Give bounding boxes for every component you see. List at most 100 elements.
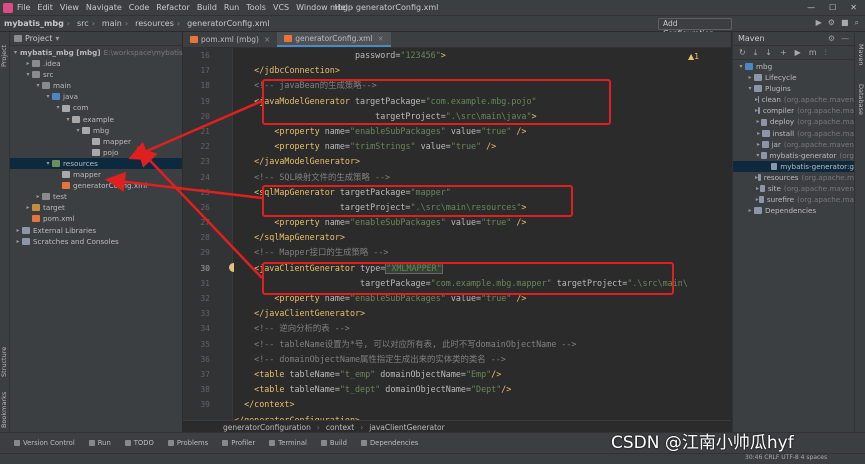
bookmarks-tool-tab[interactable]: Bookmarks [0, 390, 10, 430]
chevron-down-icon[interactable]: ▾ [34, 80, 42, 91]
chevron-down-icon[interactable]: ▾ [737, 61, 745, 72]
editor-tab[interactable]: pom.xml (mbg) × [183, 32, 277, 47]
toggle-offline-icon[interactable]: ⫶ [825, 48, 827, 58]
tree-item[interactable]: ▸ test [10, 191, 182, 202]
maven-tree-item[interactable]: ▸ Lifecycle [733, 72, 854, 83]
chevron-down-icon[interactable]: ▾ [755, 150, 761, 161]
tree-item[interactable]: ▾ mybatis_mbg [mbg] E:\workspace\mybatis [10, 47, 183, 58]
tree-item[interactable]: ▸ Scratches and Consoles [10, 236, 182, 247]
chevron-right-icon[interactable]: ▸ [746, 72, 754, 83]
tool-window-button[interactable]: TODO [124, 439, 154, 447]
maven-tree-item[interactable]: ▸ surefire (org.apache.ma [733, 194, 854, 205]
editor-breadcrumb-item[interactable]: context [326, 423, 354, 432]
menu-item-build[interactable]: Build [197, 3, 217, 12]
run-maven-icon[interactable]: ▶ [795, 48, 801, 57]
menu-item-refactor[interactable]: Refactor [156, 3, 190, 12]
tree-item[interactable]: ▾ java [10, 91, 182, 102]
menu-item-vcs[interactable]: VCS [273, 3, 289, 12]
close-icon[interactable]: ✕ [850, 3, 857, 12]
maven-tree-item[interactable]: ▸ compiler (org.apache.ma [733, 105, 854, 116]
maven-tree-item[interactable]: ▸ resources (org.apache.m [733, 172, 854, 183]
tree-item[interactable]: generatorConfig.xml [10, 180, 182, 191]
maven-tree-item[interactable]: ▸ site (org.apache.maven [733, 183, 854, 194]
tree-item[interactable]: ▾ resources [10, 157, 182, 170]
tree-item[interactable]: ▾ com [10, 102, 182, 113]
editor-breadcrumb-item[interactable]: javaClientGenerator [369, 423, 445, 432]
stop-icon[interactable]: ■ [841, 18, 849, 28]
chevron-down-icon[interactable]: ▾ [746, 83, 754, 94]
chevron-down-icon[interactable]: ▾ [64, 114, 72, 125]
menu-item-window[interactable]: Window [296, 3, 328, 12]
run-icon[interactable]: ▶ [816, 18, 822, 28]
minimize-icon[interactable]: — [807, 3, 815, 12]
maven-tree-item[interactable]: ▸ jar (org.apache.maven [733, 139, 854, 150]
chevron-down-icon[interactable]: ▾ [74, 125, 82, 136]
tree-item[interactable]: ▾ main [10, 80, 182, 91]
editor-breadcrumb-item[interactable]: generatorConfiguration [223, 423, 311, 432]
menu-item-view[interactable]: View [60, 3, 79, 12]
structure-tool-tab[interactable]: Structure [0, 340, 10, 384]
generate-sources-icon[interactable]: ⤓ [754, 48, 758, 58]
chevron-down-icon[interactable]: ▾ [55, 34, 59, 43]
chevron-down-icon[interactable]: ▾ [44, 158, 52, 169]
breadcrumb-item[interactable]: generatorConfig.xml [187, 19, 269, 28]
maven-tree-item[interactable]: ▸ Dependencies [733, 205, 854, 216]
tool-window-button[interactable]: Run [88, 439, 111, 447]
chevron-down-icon[interactable]: ▾ [54, 102, 62, 113]
breadcrumb-item[interactable]: src [77, 19, 89, 28]
tree-item[interactable]: mapper [10, 169, 182, 180]
tree-item[interactable]: ▸ .idea [10, 58, 182, 69]
tree-item[interactable]: mapper [10, 136, 182, 147]
gear-icon[interactable]: ⚙ [828, 34, 835, 43]
tool-window-button[interactable]: Profiler [222, 439, 255, 447]
breadcrumb-item[interactable]: mybatis_mbg [4, 19, 64, 28]
editor-tab[interactable]: generatorConfig.xml × [277, 32, 391, 47]
close-tab-icon[interactable]: × [378, 31, 384, 47]
chevron-down-icon[interactable]: ▾ [24, 69, 32, 80]
menu-item-navigate[interactable]: Navigate [86, 3, 122, 12]
download-icon[interactable]: ↓ [765, 48, 772, 57]
chevron-right-icon[interactable]: ▸ [24, 202, 32, 213]
reload-icon[interactable]: ↻ [739, 48, 746, 57]
project-panel-title[interactable]: Project [25, 34, 52, 43]
debug-icon[interactable]: ⚙ [828, 18, 835, 28]
add-icon[interactable]: + [780, 48, 787, 57]
tree-item[interactable]: ▸ External Libraries [10, 225, 182, 236]
chevron-down-icon[interactable]: ▾ [44, 91, 52, 102]
menu-item-tools[interactable]: Tools [246, 3, 266, 12]
maven-tree-item[interactable]: ▾ mybatis-generator (org [733, 150, 854, 161]
tree-item[interactable]: ▸ target [10, 202, 182, 213]
warning-indicator[interactable]: ▲1 [688, 52, 699, 61]
close-tab-icon[interactable]: × [264, 32, 270, 48]
menu-item-file[interactable]: File [17, 3, 30, 12]
chevron-right-icon[interactable]: ▸ [755, 139, 762, 150]
breadcrumb-item[interactable]: main [102, 19, 122, 28]
execute-goal-icon[interactable]: m [809, 48, 817, 57]
add-configuration-button[interactable]: Add Configuration... [658, 18, 732, 38]
tool-window-button[interactable]: Problems [167, 439, 208, 447]
tree-item[interactable]: ▾ example [10, 114, 182, 125]
maven-tree-item[interactable]: ▸ clean (org.apache.maven [733, 94, 854, 105]
tool-window-button[interactable]: Version Control [14, 439, 75, 447]
chevron-right-icon[interactable]: ▸ [14, 236, 22, 247]
chevron-right-icon[interactable]: ▸ [746, 205, 754, 216]
maven-tree-item[interactable]: ▾ Plugins [733, 83, 854, 94]
tool-window-button[interactable]: Dependencies [360, 439, 418, 447]
chevron-right-icon[interactable]: ▸ [14, 225, 22, 236]
chevron-right-icon[interactable]: ▸ [755, 128, 762, 139]
minimize-panel-icon[interactable]: — [841, 34, 849, 43]
tool-window-button[interactable]: Build [320, 439, 347, 447]
chevron-down-icon[interactable]: ▾ [14, 47, 17, 58]
maven-tree-item[interactable]: mybatis-generator:g [733, 160, 854, 172]
menu-item-code[interactable]: Code [129, 3, 149, 12]
breadcrumb-item[interactable]: resources [135, 19, 174, 28]
maven-tree-item[interactable]: ▸ install (org.apache.ma [733, 128, 854, 139]
chevron-right-icon[interactable]: ▸ [24, 58, 32, 69]
tree-item[interactable]: pom.xml [10, 213, 182, 224]
tree-item[interactable]: ▾ mbg [10, 125, 182, 136]
cursor-position[interactable]: 30:46 CRLF UTF-8 4 spaces [745, 453, 827, 463]
maven-tree-item[interactable]: ▸ deploy (org.apache.ma [733, 116, 854, 127]
maximize-icon[interactable]: ☐ [829, 3, 836, 12]
menu-item-run[interactable]: Run [224, 3, 239, 12]
database-tool-tab[interactable]: Database [855, 80, 865, 120]
